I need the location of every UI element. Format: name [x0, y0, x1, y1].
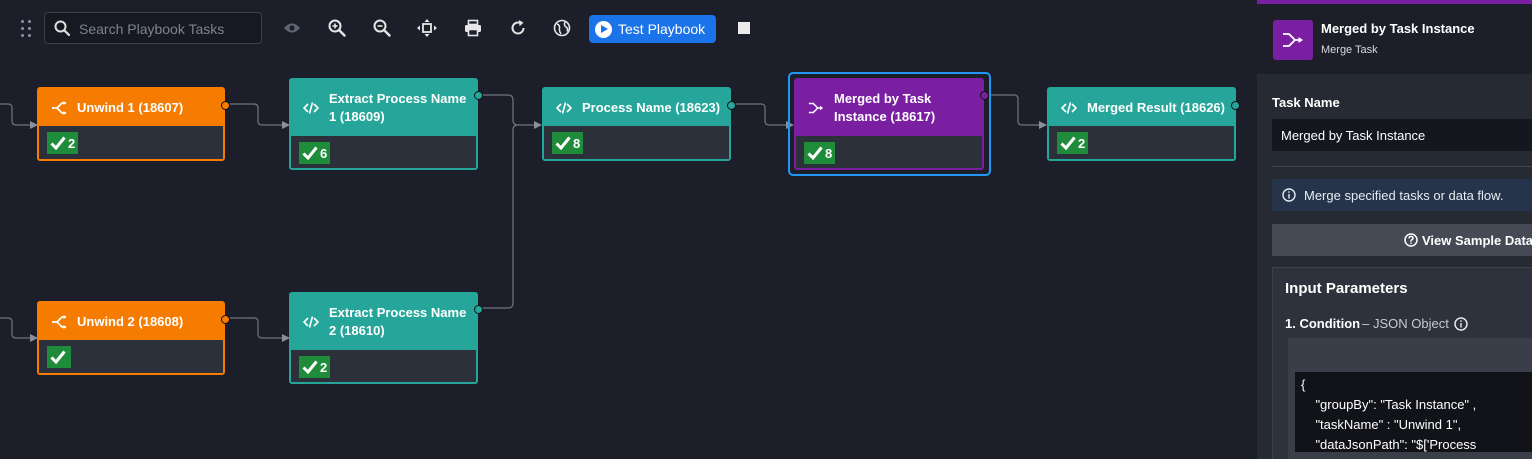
condition-type: – JSON Object — [1362, 316, 1449, 331]
output-port[interactable] — [727, 101, 736, 110]
task-node-unwind-1[interactable]: Unwind 1 (18607) 2 — [37, 87, 230, 161]
task-node-extract-process-name-1[interactable]: Extract Process Name 1 (18609) 6 — [289, 78, 483, 170]
node-title: Extract Process Name 2 (18610) — [329, 305, 467, 338]
info-text: Merge specified tasks or data flow. — [1304, 187, 1504, 203]
success-badge: 2 — [1057, 132, 1089, 154]
panel-subtitle: Merge Task — [1321, 44, 1378, 56]
success-badge: 2 — [47, 132, 79, 154]
edge-in-unwind-1 — [0, 103, 38, 129]
node-title: Process Name (18623) — [582, 99, 721, 115]
task-name-input[interactable] — [1272, 119, 1532, 151]
check-icon — [302, 146, 318, 160]
edge-process-merge — [734, 103, 794, 129]
success-count: 8 — [573, 135, 581, 151]
edge-extract-2-process — [481, 124, 519, 309]
output-port[interactable] — [221, 315, 230, 324]
success-badge: 2 — [299, 356, 331, 378]
info-icon — [1282, 188, 1296, 202]
check-icon — [302, 360, 318, 374]
task-node-extract-process-name-2[interactable]: Extract Process Name 2 (18610) 2 — [289, 292, 483, 384]
check-icon — [50, 136, 66, 150]
task-node-process-name[interactable]: Process Name (18623) 8 — [542, 87, 736, 161]
check-icon — [807, 146, 823, 160]
output-port[interactable] — [980, 91, 989, 100]
task-node-merged-result[interactable]: Merged Result (18626) 2 — [1047, 87, 1240, 161]
view-sample-data-label: View Sample Data — [1422, 232, 1532, 248]
success-badge: 6 — [299, 142, 331, 164]
node-title: Extract Process Name 1 (18609) — [329, 91, 467, 124]
merge-icon — [1273, 20, 1313, 60]
condition-json-editor[interactable]: { "groupBy": "Task Instance" , "taskName… — [1295, 372, 1532, 452]
success-count: 2 — [320, 359, 328, 375]
task-node-merged-by-task-instance[interactable]: Merged by Task Instance (18617) 8 — [794, 78, 989, 170]
input-parameters-section: Input Parameters 1. Condition – JSON Obj… — [1272, 267, 1532, 459]
condition-editor-container: { "groupBy": "Task Instance" , "taskName… — [1288, 338, 1532, 459]
view-sample-data-button[interactable]: View Sample Data — [1272, 224, 1532, 256]
divider — [1272, 166, 1532, 167]
task-details-panel: Merged by Task Instance Merge Task Task … — [1257, 0, 1532, 459]
code-icon — [1061, 100, 1077, 116]
success-count: 6 — [320, 145, 328, 161]
panel-header: Merged by Task Instance Merge Task — [1257, 4, 1532, 74]
check-icon — [1060, 136, 1076, 150]
check-icon — [555, 136, 571, 150]
unwind-icon — [51, 100, 67, 116]
edge-unwind-2-extract-2 — [228, 317, 290, 342]
info-icon[interactable] — [1454, 316, 1468, 331]
edge-layer — [0, 94, 1047, 342]
node-title: Unwind 1 (18607) — [77, 99, 184, 115]
condition-param: 1. Condition – JSON Object — [1285, 316, 1468, 331]
code-icon — [303, 100, 319, 116]
output-port[interactable] — [221, 101, 230, 110]
output-port[interactable] — [1231, 101, 1240, 110]
input-parameters-title: Input Parameters — [1285, 280, 1408, 297]
success-badge: 8 — [804, 142, 836, 164]
success-count: 8 — [825, 145, 833, 161]
success-count: 2 — [68, 135, 76, 151]
check-icon — [50, 350, 66, 364]
edge-unwind-1-extract-1 — [228, 103, 290, 129]
output-port[interactable] — [474, 305, 483, 314]
playbook-canvas[interactable]: Test Playbook Unwind 1 (18607) — [0, 0, 1257, 459]
success-badge — [47, 346, 71, 368]
node-title: Merged Result (18626) — [1087, 99, 1225, 115]
node-title: Merged by Task Instance (18617) — [834, 91, 936, 124]
code-icon — [556, 100, 572, 116]
edge-merge-result — [987, 94, 1047, 129]
merge-icon — [808, 100, 824, 116]
condition-name: 1. Condition — [1285, 316, 1361, 331]
success-count: 2 — [1078, 135, 1086, 151]
edge-extract-1-process — [481, 94, 542, 129]
task-name-label: Task Name — [1272, 95, 1340, 110]
info-banner: Merge specified tasks or data flow. — [1272, 179, 1532, 211]
edge-in-unwind-2 — [0, 317, 38, 342]
help-icon — [1404, 233, 1418, 247]
node-title: Unwind 2 (18608) — [77, 313, 184, 329]
code-icon — [303, 314, 319, 330]
output-port[interactable] — [474, 91, 483, 100]
success-badge: 8 — [552, 132, 584, 154]
task-node-unwind-2[interactable]: Unwind 2 (18608) — [37, 301, 230, 375]
unwind-icon — [51, 314, 67, 330]
panel-title: Merged by Task Instance — [1321, 21, 1475, 36]
